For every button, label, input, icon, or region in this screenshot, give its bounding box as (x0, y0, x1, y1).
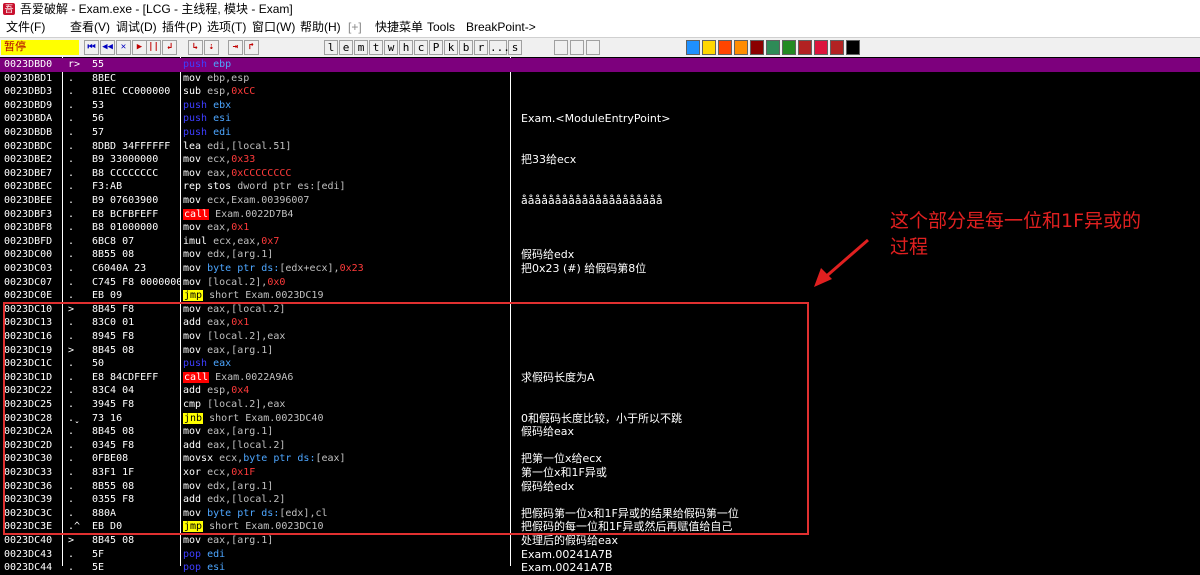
annotation-arrow (814, 238, 869, 287)
annotation-text: 这个部分是每一位和1F异或的 过程 (890, 210, 1142, 258)
